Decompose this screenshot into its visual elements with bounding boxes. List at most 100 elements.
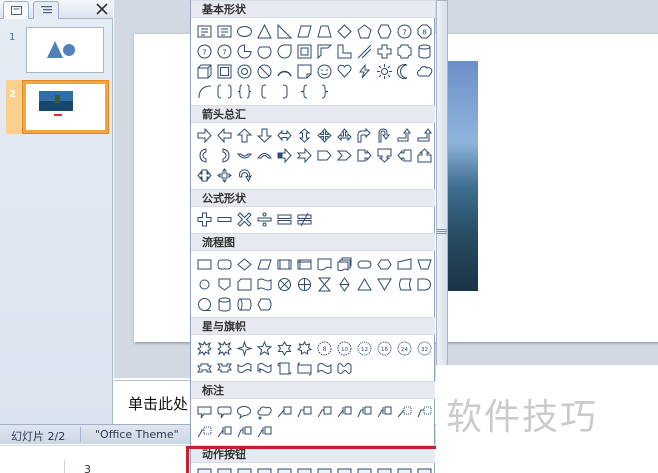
flowchart-fc-int-icon[interactable] (295, 255, 314, 274)
shape-dbrace-icon[interactable] (235, 82, 254, 101)
flowchart-fc-conn-icon[interactable] (195, 275, 214, 294)
shape-plaque-icon[interactable] (395, 42, 414, 61)
arrow-au-icon[interactable] (235, 126, 254, 145)
arrow-calld-icon[interactable] (375, 146, 394, 165)
flowchart-fc-mag-icon[interactable] (215, 295, 234, 314)
star-starN12-icon[interactable]: 12 (355, 339, 374, 358)
star-star4-icon[interactable] (235, 339, 254, 358)
equation-times-icon[interactable] (235, 210, 254, 229)
banner-scrollH-icon[interactable] (295, 359, 314, 378)
arrow-curvr-icon[interactable] (195, 146, 214, 165)
shape-cloud-icon[interactable] (415, 62, 434, 81)
arrow-curvu-icon[interactable] (235, 146, 254, 165)
star-burst-icon[interactable] (195, 339, 214, 358)
shape-tri-icon[interactable] (255, 22, 274, 41)
flowchart-fc-coll-icon[interactable] (315, 275, 334, 294)
callout-c-acc2-icon[interactable] (235, 423, 254, 442)
shape-nosym-icon[interactable] (255, 62, 274, 81)
equation-minus-icon[interactable] (215, 210, 234, 229)
shape-can-icon[interactable] (415, 42, 434, 61)
shape-frame-icon[interactable] (295, 42, 314, 61)
callout-c-acc1-icon[interactable] (335, 403, 354, 422)
equation-equal-icon[interactable] (275, 210, 294, 229)
shape-para-icon[interactable] (295, 22, 314, 41)
flowchart-fc-or-icon[interactable] (295, 275, 314, 294)
arrow-al-icon[interactable] (215, 126, 234, 145)
arrow-a3-icon[interactable] (335, 126, 354, 145)
shape-diag-icon[interactable] (355, 42, 374, 61)
shape-chord-icon[interactable] (255, 42, 274, 61)
star-star6-icon[interactable] (275, 339, 294, 358)
shape-cube-icon[interactable] (195, 62, 214, 81)
flowchart-fc-ext-icon[interactable] (355, 275, 374, 294)
shape-pent-icon[interactable] (355, 22, 374, 41)
arrow-uturn-icon[interactable] (375, 126, 394, 145)
callout-c-acc3-icon[interactable] (255, 423, 274, 442)
shape-ellipse-icon[interactable] (235, 22, 254, 41)
shape-fold-icon[interactable] (295, 62, 314, 81)
flowchart-fc-delay-icon[interactable] (415, 275, 434, 294)
star-starN24-icon[interactable]: 24 (395, 339, 414, 358)
shape-bolt-icon[interactable] (355, 62, 374, 81)
banner-ribbonC-icon[interactable] (235, 359, 254, 378)
flowchart-fc-alt-icon[interactable] (215, 255, 234, 274)
star-starN32-icon[interactable]: 32 (415, 339, 434, 358)
flowchart-fc-pre-icon[interactable] (275, 255, 294, 274)
shape-moon-icon[interactable] (395, 62, 414, 81)
equation-neq-icon[interactable] (295, 210, 314, 229)
shape-hex-icon[interactable] (375, 22, 394, 41)
outline-tab[interactable] (33, 1, 59, 19)
callout-c-rect-icon[interactable] (195, 403, 214, 422)
flowchart-fc-off-icon[interactable] (215, 275, 234, 294)
callout-c-line3-icon[interactable] (315, 403, 334, 422)
flowchart-fc-doc-icon[interactable] (315, 255, 334, 274)
arrow-ar-icon[interactable] (195, 126, 214, 145)
flowchart-fc-card-icon[interactable] (235, 275, 254, 294)
arrow-notched-icon[interactable] (295, 146, 314, 165)
pane-close-button[interactable] (93, 0, 111, 18)
callout-c-cloud-icon[interactable] (255, 403, 274, 422)
flowchart-fc-dec-icon[interactable] (235, 255, 254, 274)
flowchart-fc-stored-icon[interactable] (395, 275, 414, 294)
arrow-call4-icon[interactable] (215, 166, 234, 185)
flowchart-fc-man-icon[interactable] (395, 255, 414, 274)
star-starN-icon[interactable]: 8 (315, 339, 334, 358)
callout-c-round-icon[interactable] (215, 403, 234, 422)
shape-lbrack-icon[interactable] (255, 82, 274, 101)
callout-c-nb3-icon[interactable] (195, 423, 214, 442)
flowchart-fc-sum-icon[interactable] (275, 275, 294, 294)
callout-c-nb1-icon[interactable] (395, 403, 414, 422)
arrow-bentup-icon[interactable] (415, 126, 434, 145)
flowchart-fc-manop-icon[interactable] (415, 255, 434, 274)
callout-c-acc2-icon[interactable] (355, 403, 374, 422)
star-star7-icon[interactable] (295, 339, 314, 358)
equation-divide-icon[interactable] (255, 210, 274, 229)
callout-c-line1-icon[interactable] (275, 403, 294, 422)
arrow-bent-icon[interactable] (355, 126, 374, 145)
shape-halfframe-icon[interactable] (315, 42, 334, 61)
arrow-chevron-icon[interactable] (335, 146, 354, 165)
arrow-circarrow-icon[interactable] (235, 166, 254, 185)
flowchart-fc-tape-icon[interactable] (255, 275, 274, 294)
arrow-pentarrow-icon[interactable] (315, 146, 334, 165)
banner-ribbonC2-icon[interactable] (255, 359, 274, 378)
flowchart-fc-display-icon[interactable] (255, 295, 274, 314)
shape-num-icon[interactable]: 7 (215, 42, 234, 61)
arrow-curvl-icon[interactable] (215, 146, 234, 165)
flowchart-fc-sort-icon[interactable] (335, 275, 354, 294)
shape-heart-icon[interactable] (335, 62, 354, 81)
shape-textbox-icon[interactable] (195, 22, 214, 41)
flowchart-fc-data-icon[interactable] (255, 255, 274, 274)
shape-dbrack-icon[interactable] (215, 82, 234, 101)
shape-rbrace-icon[interactable] (315, 82, 334, 101)
flowchart-fc-multi-icon[interactable] (335, 255, 354, 274)
callout-c-line2-icon[interactable] (295, 403, 314, 422)
callout-c-acc1-icon[interactable] (215, 423, 234, 442)
star-starN10-icon[interactable]: 10 (335, 339, 354, 358)
arrow-lup-icon[interactable] (395, 126, 414, 145)
shape-pie-icon[interactable] (235, 42, 254, 61)
callout-c-oval-icon[interactable] (235, 403, 254, 422)
flowchart-fc-seq-icon[interactable] (195, 295, 214, 314)
shape-smile-icon[interactable] (315, 62, 334, 81)
equation-plus-icon[interactable] (195, 210, 214, 229)
